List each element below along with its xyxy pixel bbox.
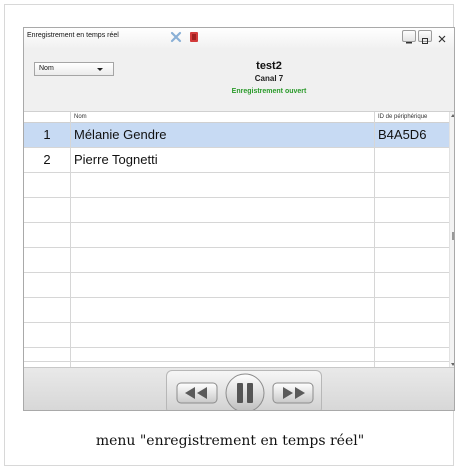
recording-status: Enregistrement ouvert bbox=[231, 88, 307, 95]
rewind-icon[interactable] bbox=[176, 382, 218, 404]
table-row[interactable]: 2 Pierre Tognetti bbox=[24, 148, 450, 173]
empty-row bbox=[24, 198, 450, 223]
realtime-recording-window: Enregistrement en temps réel Nom test2 C… bbox=[23, 27, 455, 411]
empty-row bbox=[24, 298, 450, 323]
vertical-scrollbar[interactable] bbox=[449, 112, 454, 368]
row-name: Pierre Tognetti bbox=[74, 152, 158, 167]
row-index: 1 bbox=[43, 127, 51, 142]
recording-channel: Canal 7 bbox=[254, 74, 284, 83]
empty-row bbox=[24, 273, 450, 298]
row-name: Mélanie Gendre bbox=[74, 127, 167, 142]
row-index: 2 bbox=[43, 152, 51, 167]
maximize-icon bbox=[422, 38, 428, 44]
close-button[interactable] bbox=[434, 30, 450, 43]
empty-row bbox=[24, 348, 450, 362]
table-row[interactable]: 1 Mélanie Gendre B4A5D6 bbox=[24, 123, 450, 148]
minimize-icon bbox=[406, 42, 412, 44]
empty-row bbox=[24, 173, 450, 198]
record-icon[interactable] bbox=[188, 31, 200, 43]
figure-caption: menu "enregistrement en temps réel" bbox=[95, 433, 365, 449]
column-divider bbox=[70, 112, 71, 368]
maximize-button[interactable] bbox=[418, 30, 432, 44]
window-title: Enregistrement en temps réel bbox=[27, 32, 119, 39]
figure-frame: Enregistrement en temps réel Nom test2 C… bbox=[4, 4, 455, 466]
column-header-index[interactable] bbox=[26, 112, 70, 122]
scroll-arrows-icon bbox=[451, 114, 454, 366]
participants-table: Nom ID de périphérique 1 Mélanie Gendre … bbox=[24, 111, 454, 368]
row-device-id: B4A5D6 bbox=[378, 127, 427, 142]
empty-row bbox=[24, 248, 450, 273]
column-divider bbox=[374, 112, 375, 368]
fast-forward-icon[interactable] bbox=[272, 382, 314, 404]
recording-name: test2 bbox=[256, 60, 282, 72]
pause-icon[interactable] bbox=[225, 373, 265, 411]
close-recording-icon[interactable] bbox=[170, 31, 182, 43]
title-bar: Enregistrement en temps réel bbox=[24, 28, 454, 49]
empty-row bbox=[24, 323, 450, 348]
close-icon bbox=[438, 35, 446, 43]
column-header-device-id[interactable]: ID de périphérique bbox=[378, 112, 427, 122]
empty-row bbox=[24, 223, 450, 248]
playback-controls bbox=[166, 370, 322, 411]
playback-controls-bar bbox=[24, 367, 454, 411]
column-header-name[interactable]: Nom bbox=[74, 112, 87, 122]
minimize-button[interactable] bbox=[402, 30, 416, 44]
